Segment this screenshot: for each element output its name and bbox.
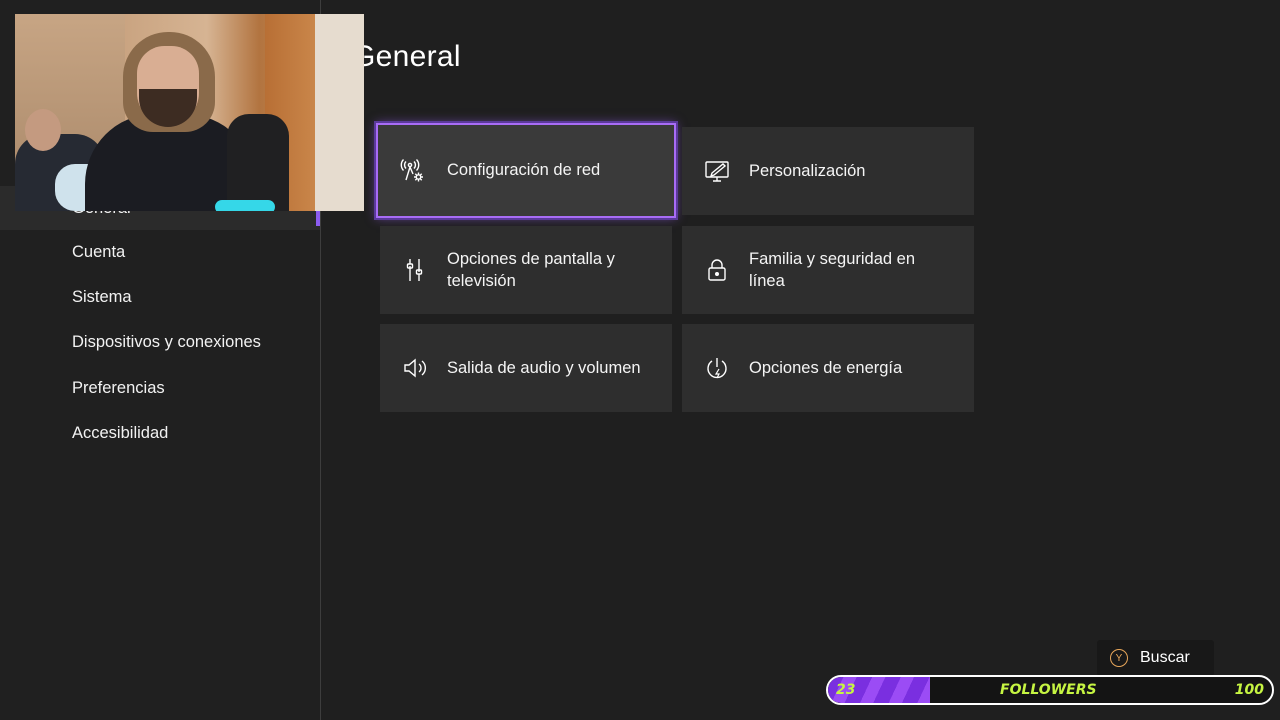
speaker-icon <box>402 355 428 381</box>
tile-label: Familia y seguridad en línea <box>749 249 915 291</box>
followers-label: FOLLOWERS <box>1000 682 1097 698</box>
tile-personalization[interactable]: Personalización <box>682 127 974 215</box>
tile-label: Configuración de red <box>447 161 601 180</box>
tile-label: Opciones de energía <box>749 358 903 377</box>
tile-power-options[interactable]: Opciones de energía <box>682 324 974 412</box>
sidebar-item-preferencias[interactable]: Preferencias <box>0 366 320 410</box>
sidebar-item-sistema[interactable]: Sistema <box>0 275 320 319</box>
tile-audio-output[interactable]: Salida de audio y volumen <box>380 324 672 412</box>
tile-network-settings[interactable]: Configuración de red <box>376 123 676 218</box>
tile-display-tv[interactable]: Opciones de pantalla y televisión <box>380 226 672 314</box>
y-button-icon: Y <box>1110 649 1128 667</box>
sidebar-item-label: Preferencias <box>72 378 165 397</box>
tile-label: Personalización <box>749 161 866 180</box>
page-title: General <box>352 40 461 73</box>
sidebar-item-label: Dispositivos y conexiones <box>72 332 261 351</box>
network-settings-icon <box>400 158 426 184</box>
sidebar-item-cuenta[interactable]: Cuenta <box>0 230 320 274</box>
tile-family-safety[interactable]: Familia y seguridad en línea <box>682 226 974 314</box>
personalization-icon <box>704 158 730 184</box>
followers-goal: 100 <box>1234 682 1264 698</box>
webcam-overlay <box>15 14 364 211</box>
display-tv-icon <box>402 257 428 283</box>
search-hint[interactable]: Y Buscar <box>1097 640 1214 676</box>
sidebar-item-label: Accesibilidad <box>72 423 169 442</box>
followers-goal-bar: 23 FOLLOWERS 100 <box>826 675 1274 705</box>
sidebar-item-label: Sistema <box>72 287 132 306</box>
power-icon <box>704 355 730 381</box>
lock-icon <box>704 257 730 283</box>
followers-current: 23 <box>836 682 856 698</box>
sidebar-item-label: Cuenta <box>72 242 126 261</box>
sidebar-item-accesibilidad[interactable]: Accesibilidad <box>0 411 320 455</box>
sidebar-item-dispositivos[interactable]: Dispositivos y conexiones <box>0 320 320 364</box>
tile-label: Salida de audio y volumen <box>447 358 641 377</box>
search-hint-label: Buscar <box>1140 649 1190 666</box>
tile-label: Opciones de pantalla y televisión <box>447 249 615 291</box>
